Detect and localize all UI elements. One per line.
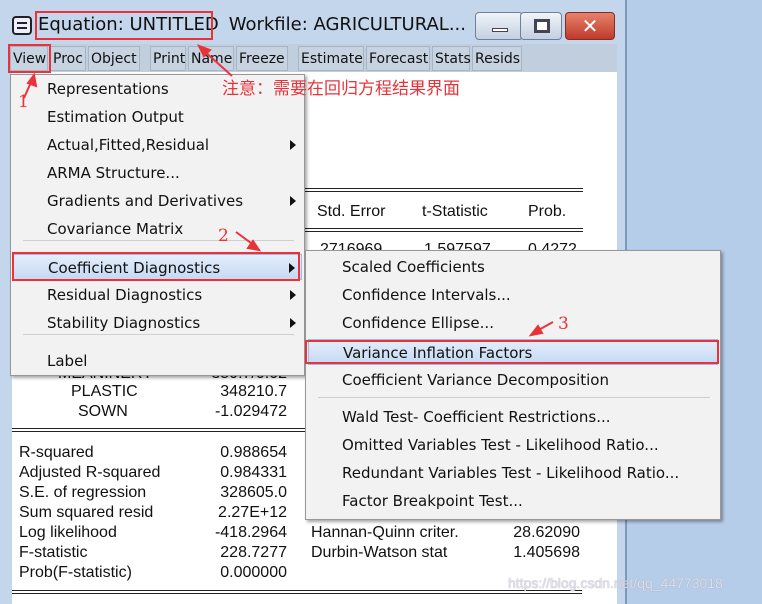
arrowhead (26, 72, 38, 88)
arrowhead (528, 324, 544, 337)
watermark: https://blog.csdn.net/qq_44773018 (508, 575, 723, 591)
annotation-arrows (23, 44, 554, 337)
